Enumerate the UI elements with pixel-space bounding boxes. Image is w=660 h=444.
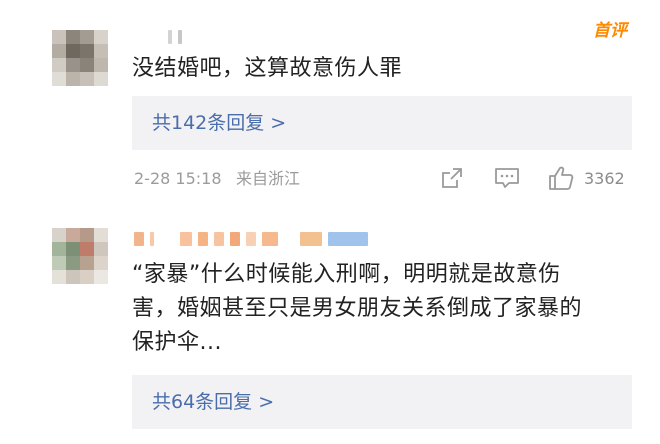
comment-text: “家暴”什么时候能入刑啊，明明就是故意伤 害，婚姻甚至只是男女朋友关系倒成了家暴…	[132, 258, 582, 360]
reply-box: 共142条回复 >	[132, 96, 632, 150]
thumbs-up-icon[interactable]	[548, 165, 574, 191]
share-icon[interactable]	[440, 166, 464, 190]
avatar[interactable]	[52, 30, 108, 86]
comment-icon[interactable]	[494, 166, 520, 190]
first-comment-badge: 首评	[593, 21, 627, 41]
comment-text-line: 害，婚姻甚至只是男女朋友关系倒成了家暴的	[132, 296, 583, 321]
view-replies-link[interactable]: 共142条回复 >	[152, 96, 286, 150]
comment-text: 没结婚吧，这算故意伤人罪	[132, 52, 402, 86]
comment-text-line: 保护伞...	[132, 330, 222, 355]
comment-text-line: “家暴”什么时候能入刑啊，明明就是故意伤	[132, 262, 561, 287]
username-blurred[interactable]	[134, 232, 368, 246]
view-replies-link[interactable]: 共64条回复 >	[152, 375, 274, 429]
comment-text-line: 没结婚吧，这算故意伤人罪	[132, 56, 403, 81]
username-blurred[interactable]	[168, 30, 182, 44]
like-count: 3362	[584, 169, 625, 188]
avatar[interactable]	[52, 228, 108, 284]
reply-box: 共64条回复 >	[132, 375, 632, 429]
comment-location: 来自浙江	[236, 169, 301, 188]
comment-date: 2-28 15:18	[134, 169, 222, 188]
